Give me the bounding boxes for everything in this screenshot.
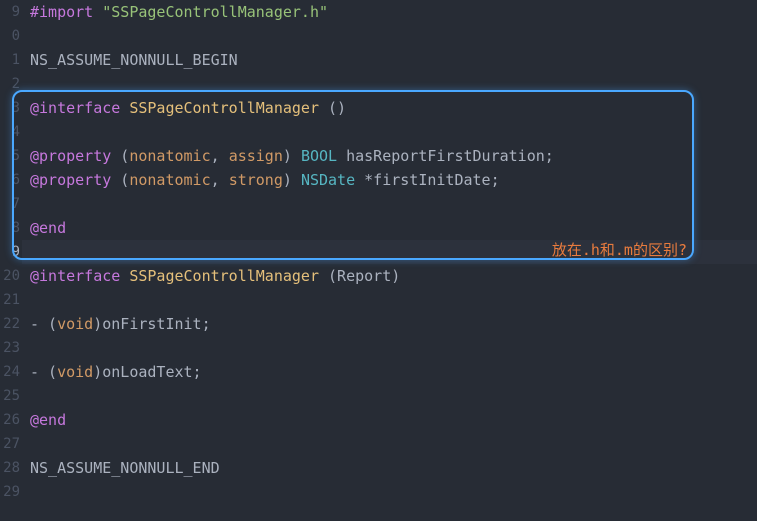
code-line (30, 24, 757, 48)
line-number: 20 (0, 264, 20, 288)
keyword-token: @end (30, 411, 66, 429)
line-number: 23 (0, 336, 20, 360)
line-number: 2 (0, 72, 20, 96)
keyword-token: @property (30, 147, 111, 165)
method-token: )onLoadText; (93, 363, 201, 381)
class-token: SSPageControllManager (129, 99, 319, 117)
keyword-token: @end (30, 219, 66, 237)
code-line (30, 480, 757, 504)
line-number: 8 (0, 216, 20, 240)
line-number-gutter: 9 0 1 2 3 4 5 6 7 8 9 20 21 22 23 24 25 … (0, 0, 22, 521)
type-token: BOOL (301, 147, 337, 165)
line-number: 7 (0, 192, 20, 216)
keyword-token: @property (30, 171, 111, 189)
line-number: 5 (0, 144, 20, 168)
code-line: #import "SSPageControllManager.h" (30, 0, 757, 24)
line-number: 9 (0, 0, 20, 24)
code-line (30, 432, 757, 456)
line-number: 26 (0, 408, 20, 432)
directive-token: #import (30, 3, 93, 21)
code-line: @interface SSPageControllManager () (30, 96, 757, 120)
code-line (30, 384, 757, 408)
code-line: @interface SSPageControllManager (Report… (30, 264, 757, 288)
line-number: 29 (0, 480, 20, 504)
punct-token: (Report) (319, 267, 400, 285)
attr-token: strong (229, 171, 283, 189)
code-line: @property (nonatomic, strong) NSDate *fi… (30, 168, 757, 192)
code-line: @end (30, 216, 757, 240)
code-line: NS_ASSUME_NONNULL_BEGIN (30, 48, 757, 72)
line-number: 3 (0, 96, 20, 120)
line-number: 9 (0, 240, 20, 264)
code-line: - (void)onFirstInit; (30, 312, 757, 336)
code-line: @property (nonatomic, assign) BOOL hasRe… (30, 144, 757, 168)
class-token: SSPageControllManager (129, 267, 319, 285)
code-line (30, 288, 757, 312)
code-line (30, 72, 757, 96)
line-number: 27 (0, 432, 20, 456)
identifier-token: *firstInitDate; (355, 171, 500, 189)
punct-token: () (319, 99, 346, 117)
code-line (30, 192, 757, 216)
line-number: 0 (0, 24, 20, 48)
line-number: 4 (0, 120, 20, 144)
keyword-token: @interface (30, 99, 120, 117)
line-number: 25 (0, 384, 20, 408)
code-line: @end (30, 408, 757, 432)
string-token: "SSPageControllManager.h" (102, 3, 328, 21)
code-line: NS_ASSUME_NONNULL_END (30, 456, 757, 480)
method-token: )onFirstInit; (93, 315, 210, 333)
macro-token: NS_ASSUME_NONNULL_BEGIN (30, 51, 238, 69)
identifier-token: hasReportFirstDuration; (337, 147, 554, 165)
code-line (30, 336, 757, 360)
line-number: 6 (0, 168, 20, 192)
attr-token: assign (229, 147, 283, 165)
code-line (30, 120, 757, 144)
keyword-token: @interface (30, 267, 120, 285)
line-number: 22 (0, 312, 20, 336)
code-line: - (void)onLoadText; (30, 360, 757, 384)
type-token: NSDate (301, 171, 355, 189)
line-number: 21 (0, 288, 20, 312)
attr-token: nonatomic (129, 171, 210, 189)
void-token: void (57, 315, 93, 333)
macro-token: NS_ASSUME_NONNULL_END (30, 459, 220, 477)
attr-token: nonatomic (129, 147, 210, 165)
line-number: 1 (0, 48, 20, 72)
void-token: void (57, 363, 93, 381)
annotation-text: 放在.h和.m的区别? (552, 238, 687, 262)
line-number: 24 (0, 360, 20, 384)
line-number: 28 (0, 456, 20, 480)
